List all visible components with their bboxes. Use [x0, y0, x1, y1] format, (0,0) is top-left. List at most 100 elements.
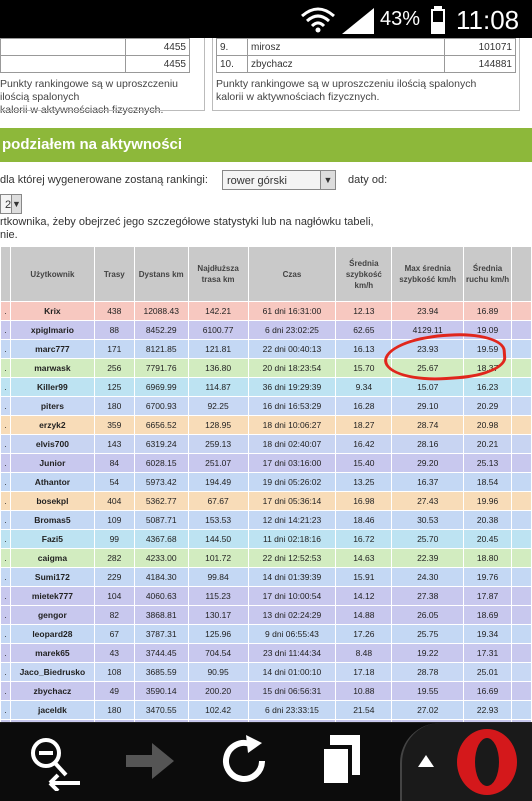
col-header-routes[interactable]: Trasy [93, 246, 135, 302]
cell-moving-avg: 22.93 [463, 700, 513, 720]
cell-user[interactable]: zbychacz [9, 681, 95, 701]
cell-longest: 144.50 [187, 529, 249, 549]
cell-routes: 104 [93, 586, 135, 606]
activity-filter-label: dla której wygenerowane zostaną rankingi… [0, 174, 208, 186]
cell-more [511, 453, 532, 473]
cell-more [511, 434, 532, 454]
col-header-user[interactable]: Użytkownik [9, 246, 95, 302]
cell-moving-avg: 16.89 [463, 301, 513, 321]
cell-moving-avg: 16.69 [463, 681, 513, 701]
cell-more [511, 605, 532, 625]
cell-time: 22 dni 12:52:53 [247, 548, 337, 568]
cell-avg-speed: 14.63 [335, 548, 393, 568]
cell-user[interactable]: leopard28 [9, 624, 95, 644]
cell-user[interactable]: marc777 [9, 339, 95, 359]
zoom-out-back-icon[interactable] [20, 731, 90, 791]
cell-more [511, 586, 532, 606]
cell-user[interactable]: xpiglmario [9, 320, 95, 340]
cell-more [511, 377, 532, 397]
cell-user[interactable]: Sumi172 [9, 567, 95, 587]
dropdown-arrow-icon: ▼ [320, 171, 335, 189]
dropdown-arrow-icon: ▼ [11, 195, 21, 213]
cell-index: . [0, 605, 11, 625]
col-header-avg-speed[interactable]: Średnia szybkość km/h [335, 246, 393, 302]
col-header-more[interactable] [511, 246, 532, 302]
cell-routes: 67 [93, 624, 135, 644]
cell-avg-speed: 12.13 [335, 301, 393, 321]
cell-time: 6 dni 23:02:25 [247, 320, 337, 340]
cell-routes: 84 [93, 453, 135, 473]
opera-logo-icon[interactable] [454, 727, 520, 797]
cell-longest: 67.67 [187, 491, 249, 511]
table-row: . Junior 84 6028.15 251.07 17 dni 03:16:00 15.… [0, 453, 532, 473]
cell-moving-avg: 17.31 [463, 643, 513, 663]
cell-time: 18 dni 10:06:27 [247, 415, 337, 435]
cell-moving-avg: 19.96 [463, 491, 513, 511]
opera-menu-area[interactable] [400, 723, 532, 801]
table-row: . Fazi5 99 4367.68 144.50 11 dni 02:18:16 16.7… [0, 529, 532, 549]
cell-user[interactable]: jaceldk [9, 700, 95, 720]
cell-time: 17 dni 05:36:14 [247, 491, 337, 511]
cell-longest: 90.95 [187, 662, 249, 682]
cell-routes: 54 [93, 472, 135, 492]
cell-user[interactable]: Krix [9, 301, 95, 321]
col-header-moving-avg[interactable]: Średnia ruchu km/h [463, 246, 513, 302]
activity-select[interactable]: rower górski ▼ [222, 170, 336, 190]
cell-longest: 128.95 [187, 415, 249, 435]
cell-max-avg-speed: 26.05 [391, 605, 465, 625]
cell-more [511, 700, 532, 720]
reload-icon[interactable] [210, 731, 280, 791]
cell-more [511, 320, 532, 340]
table-row: . mietek777 104 4060.63 115.23 17 dni 10:00:5… [0, 586, 532, 606]
cell-routes: 359 [93, 415, 135, 435]
col-header-index[interactable] [0, 246, 11, 302]
cell-user[interactable]: elvis700 [9, 434, 95, 454]
cell-user[interactable]: Jaco_Biedrusko [9, 662, 95, 682]
cell-user[interactable]: Athantor [9, 472, 95, 492]
cell-more [511, 662, 532, 682]
cell-user[interactable]: mietek777 [9, 586, 95, 606]
cell-max-avg-speed: 28.78 [391, 662, 465, 682]
cell-user[interactable]: piters [9, 396, 95, 416]
cell-distance: 6700.93 [133, 396, 189, 416]
cell-user[interactable]: Junior [9, 453, 95, 473]
cell-time: 11 dni 02:18:16 [247, 529, 337, 549]
cell-more [511, 472, 532, 492]
cell-distance: 4060.63 [133, 586, 189, 606]
cell-avg-speed: 8.48 [335, 643, 393, 663]
cell-distance: 3590.14 [133, 681, 189, 701]
cell-max-avg-speed: 27.43 [391, 491, 465, 511]
col-header-distance[interactable]: Dystans km [133, 246, 189, 302]
cell-routes: 229 [93, 567, 135, 587]
cell-user[interactable]: marwask [9, 358, 95, 378]
cell-user[interactable]: Killer99 [9, 377, 95, 397]
cell-avg-speed: 16.42 [335, 434, 393, 454]
cell-routes: 99 [93, 529, 135, 549]
cell-moving-avg: 17.87 [463, 586, 513, 606]
tabs-icon[interactable] [306, 731, 376, 791]
cell-time: 16 dni 16:53:29 [247, 396, 337, 416]
col-header-time[interactable]: Czas [247, 246, 337, 302]
cell-user[interactable]: Fazi5 [9, 529, 95, 549]
forward-arrow-icon[interactable] [116, 731, 186, 791]
col-header-max-avg-speed[interactable]: Max średnia szybkość km/h [391, 246, 465, 302]
cell-user[interactable]: bosekpl [9, 491, 95, 511]
cell-user[interactable]: caigma [9, 548, 95, 568]
table-row: . erzyk2 359 6656.52 128.95 18 dni 10:06:27 18… [0, 415, 532, 435]
date-from-label: daty od: [348, 174, 388, 186]
cell-routes: 438 [93, 301, 135, 321]
cell-moving-avg: 25.13 [463, 453, 513, 473]
cell-user[interactable]: gengor [9, 605, 95, 625]
year-select[interactable]: 2 ▼ [0, 194, 22, 214]
cell-index: . [0, 320, 11, 340]
cell-index: . [0, 662, 11, 682]
cell-routes: 49 [93, 681, 135, 701]
cell-user[interactable]: Bromas5 [9, 510, 95, 530]
menu-up-icon[interactable] [416, 753, 436, 769]
cell-avg-speed: 17.18 [335, 662, 393, 682]
col-header-longest[interactable]: Najdłuższa trasa km [187, 246, 249, 302]
cell-user[interactable]: erzyk2 [9, 415, 95, 435]
section-title: podziałem na aktywności [0, 128, 532, 162]
cell-user[interactable]: marek65 [9, 643, 95, 663]
ranking-table: Użytkownik Trasy Dystans km Najdłuższa t… [0, 246, 532, 722]
